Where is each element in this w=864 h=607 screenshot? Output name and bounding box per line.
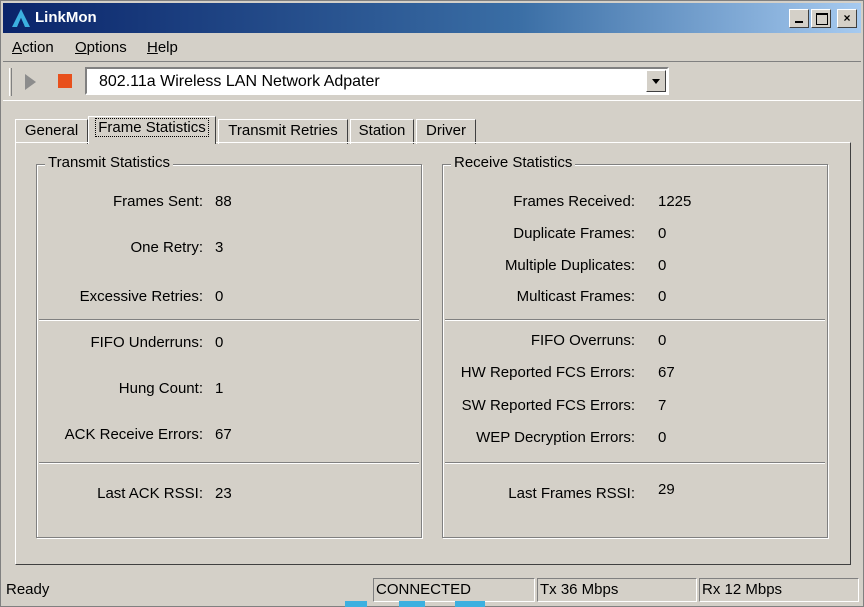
tab-label: Station	[358, 122, 406, 139]
menu-label: elp	[157, 39, 178, 56]
window-title: LinkMon	[35, 9, 97, 26]
stop-icon[interactable]	[58, 74, 72, 88]
menu-accel: H	[147, 39, 158, 56]
frames-sent-value: 88	[215, 193, 232, 210]
multiple-duplicates-label: Multiple Duplicates:	[504, 257, 635, 274]
close-button[interactable]: ×	[837, 9, 857, 28]
hw-fcs-errors-label: HW Reported FCS Errors:	[460, 364, 635, 381]
multiple-duplicates-value: 0	[658, 257, 667, 274]
menu-label: ction	[22, 39, 54, 56]
tab-general[interactable]: General	[15, 119, 88, 144]
tab-transmit-retries[interactable]: Transmit Retries	[218, 119, 348, 144]
receive-divider-2	[445, 462, 825, 464]
fifo-overruns-value: 0	[658, 332, 667, 349]
hung-count-value: 1	[215, 380, 224, 397]
last-frames-rssi-label: Last Frames RSSI:	[508, 485, 635, 502]
tab-label: General	[24, 122, 79, 139]
menu-accel: A	[12, 39, 23, 56]
watermark-logo	[345, 601, 485, 607]
last-ack-rssi-value: 23	[215, 485, 232, 502]
transmit-divider-2	[39, 462, 419, 464]
menu-accel: O	[75, 39, 87, 56]
transmit-statistics-group: Transmit Statistics Frames Sent: 88 One …	[36, 154, 422, 538]
tab-label: Frame Statistics	[95, 118, 209, 137]
excessive-retries-label: Excessive Retries:	[79, 288, 203, 305]
sw-fcs-errors-value: 7	[658, 397, 667, 414]
adapter-select[interactable]: 802.11a Wireless LAN Network Adpater	[85, 67, 669, 95]
play-icon[interactable]	[25, 74, 36, 90]
tab-station[interactable]: Station	[350, 119, 414, 144]
last-frames-rssi-value: 29	[658, 481, 675, 498]
tab-frame-statistics[interactable]: Frame Statistics	[88, 116, 216, 144]
one-retry-value: 3	[215, 239, 224, 256]
sw-fcs-errors-label: SW Reported FCS Errors:	[461, 397, 635, 414]
menu-bar: Action Options Help	[3, 35, 861, 59]
adapter-selected-value: 802.11a Wireless LAN Network Adpater	[99, 73, 380, 90]
tab-label: Transmit Retries	[228, 122, 338, 139]
menu-options[interactable]: Options	[75, 39, 127, 56]
frames-received-label: Frames Received:	[513, 193, 635, 210]
fifo-underruns-value: 0	[215, 334, 224, 351]
hw-fcs-errors-value: 67	[658, 364, 675, 381]
menu-help[interactable]: Help	[147, 39, 178, 56]
status-rx-rate: Rx 12 Mbps	[699, 578, 859, 602]
multicast-frames-value: 0	[658, 288, 667, 305]
duplicate-frames-value: 0	[658, 225, 667, 242]
title-bar[interactable]: LinkMon ×	[3, 3, 861, 33]
fifo-underruns-label: FIFO Underruns:	[90, 334, 203, 351]
hung-count-label: Hung Count:	[118, 380, 203, 397]
multicast-frames-label: Multicast Frames:	[516, 288, 635, 305]
menu-label: ptions	[86, 39, 127, 56]
wep-decryption-errors-label: WEP Decryption Errors:	[476, 429, 635, 446]
status-ready: Ready	[6, 581, 50, 598]
tab-label: Driver	[426, 122, 466, 139]
toolbar: 802.11a Wireless LAN Network Adpater	[3, 61, 861, 101]
frames-received-value: 1225	[658, 193, 692, 210]
transmit-divider-1	[39, 319, 419, 321]
toolbar-grip[interactable]	[9, 68, 12, 96]
frames-sent-label: Frames Sent:	[112, 193, 203, 210]
ack-receive-errors-label: ACK Receive Errors:	[64, 426, 203, 443]
last-ack-rssi-label: Last ACK RSSI:	[97, 485, 203, 502]
receive-divider-1	[445, 319, 825, 321]
minimize-button[interactable]	[789, 9, 809, 28]
tab-driver[interactable]: Driver	[416, 119, 476, 144]
receive-statistics-group: Receive Statistics Frames Received: 1225…	[442, 154, 828, 538]
status-tx-rate: Tx 36 Mbps	[537, 578, 697, 602]
chevron-down-icon[interactable]	[646, 70, 666, 92]
frame-statistics-panel: Transmit Statistics Frames Sent: 88 One …	[15, 142, 851, 565]
transmit-statistics-title: Transmit Statistics	[45, 154, 173, 171]
one-retry-label: One Retry:	[130, 239, 203, 256]
duplicate-frames-label: Duplicate Frames:	[513, 225, 635, 242]
menu-action[interactable]: Action	[12, 39, 54, 56]
maximize-button[interactable]	[811, 9, 831, 28]
fifo-overruns-label: FIFO Overruns:	[530, 332, 635, 349]
receive-statistics-title: Receive Statistics	[451, 154, 576, 171]
app-logo-icon	[12, 9, 30, 27]
wep-decryption-errors-value: 0	[658, 429, 667, 446]
linkmon-window: LinkMon × Action Options Help 802.11a Wi…	[0, 0, 864, 607]
excessive-retries-value: 0	[215, 288, 224, 305]
close-icon: ×	[843, 11, 851, 25]
ack-receive-errors-value: 67	[215, 426, 232, 443]
